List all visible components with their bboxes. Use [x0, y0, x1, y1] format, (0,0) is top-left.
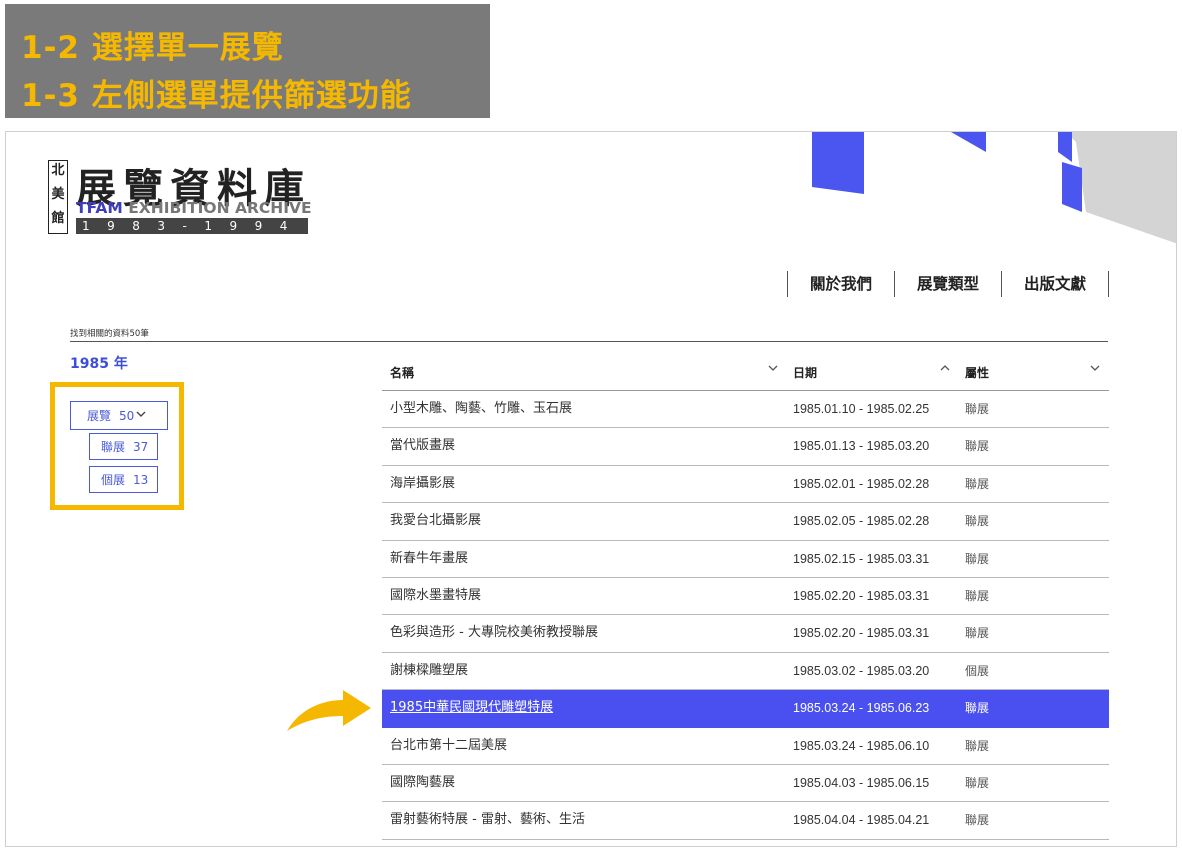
column-name-header: 名稱	[390, 366, 415, 380]
annotation-banner: 1-2 選擇單一展覽 1-3 左側選單提供篩選功能	[5, 4, 490, 118]
exhibition-name: 國際水墨畫特展	[390, 587, 482, 603]
filter-label: 聯展	[101, 440, 126, 454]
nav-publications[interactable]: 出版文獻	[1002, 271, 1109, 297]
exhibition-type: 聯展	[965, 738, 990, 753]
filter-label: 展覽	[87, 409, 112, 423]
results-count: 找到相關的資料50筆	[70, 329, 149, 339]
exhibition-name: 色彩與造形 - 大專院校美術教授聯展	[390, 625, 598, 641]
logo-exhibition-archive: EXHIBITION ARCHIVE	[122, 199, 312, 217]
exhibition-name: 小型木雕、陶藝、竹雕、玉石展	[390, 401, 573, 416]
nav-exhibition-types[interactable]: 展覽類型	[895, 271, 1002, 297]
table-row[interactable]: 國際陶藝展 1985.04.03 - 1985.06.15 聯展	[382, 765, 1109, 803]
logo-char: 館	[51, 211, 65, 226]
table-header: 名稱 日期 屬性	[382, 354, 1109, 391]
exhibition-date: 1985.02.05 - 1985.02.28	[793, 514, 930, 529]
exhibition-type: 聯展	[965, 775, 990, 790]
exhibition-type: 聯展	[965, 514, 990, 529]
chevron-down-icon[interactable]	[1089, 362, 1101, 377]
logo-char: 北	[51, 163, 65, 178]
banner-line-1: 1-2 選擇單一展覽	[21, 30, 284, 66]
main-nav: 關於我們 展覽類型 出版文獻	[786, 271, 1109, 297]
exhibition-name: 海岸攝影展	[390, 475, 456, 491]
exhibition-type: 聯展	[965, 813, 990, 828]
filter-count: 13	[133, 472, 149, 487]
column-type-header: 屬性	[965, 366, 990, 380]
filter-exhibition-button[interactable]: 展覽 50	[70, 401, 168, 430]
exhibition-date: 1985.04.03 - 1985.06.15	[793, 775, 930, 790]
table-row[interactable]: 雷射藝術特展 - 雷射、藝術、生活 1985.04.04 - 1985.04.21…	[382, 802, 1109, 840]
filter-label: 個展	[101, 473, 126, 487]
exhibition-date: 1985.02.20 - 1985.03.31	[793, 626, 930, 641]
exhibition-name: 謝棟樑雕塑展	[390, 662, 469, 678]
logo-subtitle: TFAM EXHIBITION ARCHIVE	[76, 199, 312, 217]
column-date-header: 日期	[793, 366, 818, 380]
exhibition-type: 聯展	[965, 476, 990, 491]
table-row[interactable]: 當代版畫展 1985.01.13 - 1985.03.20 聯展	[382, 428, 1109, 466]
exhibition-date: 1985.02.15 - 1985.03.31	[793, 551, 930, 566]
exhibition-type: 聯展	[965, 701, 990, 716]
exhibition-date: 1985.04.04 - 1985.04.21	[793, 813, 930, 828]
divider	[70, 341, 1108, 342]
logo-tfam: TFAM	[76, 199, 123, 217]
filter-count: 37	[133, 439, 149, 454]
table-row[interactable]: 謝棟樑雕塑展 1985.03.02 - 1985.03.20 個展	[382, 653, 1109, 691]
exhibition-date: 1985.03.24 - 1985.06.10	[793, 738, 930, 753]
exhibition-name-link[interactable]: 1985中華民國現代雕塑特展	[390, 690, 553, 726]
exhibition-type: 聯展	[965, 439, 990, 454]
exhibition-date: 1985.03.24 - 1985.06.23	[793, 701, 930, 716]
exhibition-table-body: 小型木雕、陶藝、竹雕、玉石展 1985.01.10 - 1985.02.25 聯展 …	[382, 391, 1109, 840]
exhibition-name: 台北市第十二屆美展	[390, 737, 508, 753]
exhibition-type: 聯展	[965, 588, 990, 603]
exhibition-type: 個展	[965, 663, 990, 678]
filter-count: 50	[119, 408, 135, 423]
exhibition-name: 國際陶藝展	[390, 774, 456, 790]
exhibition-date: 1985.01.10 - 1985.02.25	[793, 402, 930, 416]
exhibition-type: 聯展	[965, 626, 990, 641]
chevron-down-icon[interactable]	[767, 362, 779, 377]
exhibition-name: 新春牛年畫展	[390, 550, 469, 566]
exhibition-name: 我愛台北攝影展	[390, 513, 482, 529]
table-row[interactable]: 國際水墨畫特展 1985.02.20 - 1985.03.31 聯展	[382, 578, 1109, 616]
table-row[interactable]: 新春牛年畫展 1985.02.15 - 1985.03.31 聯展	[382, 541, 1109, 578]
chevron-down-icon	[136, 410, 146, 421]
nav-about[interactable]: 關於我們	[788, 271, 895, 297]
year-heading: 1985 年	[70, 356, 128, 372]
table-row[interactable]: 色彩與造形 - 大專院校美術教授聯展 1985.02.20 - 1985.03.3…	[382, 615, 1109, 653]
banner-line-2: 1-3 左側選單提供篩選功能	[21, 78, 412, 114]
filter-group-button[interactable]: 聯展 37	[89, 433, 158, 460]
pointer-arrow-icon	[287, 690, 371, 731]
table-row[interactable]: 海岸攝影展 1985.02.01 - 1985.02.28 聯展	[382, 466, 1109, 504]
filter-solo-button[interactable]: 個展 13	[89, 466, 158, 493]
exhibition-date: 1985.02.01 - 1985.02.28	[793, 476, 930, 491]
exhibition-type: 聯展	[965, 402, 990, 416]
tfam-vertical-mark: 北 美 館	[48, 160, 68, 234]
exhibition-date: 1985.02.20 - 1985.03.31	[793, 588, 930, 603]
exhibition-name: 雷射藝術特展 - 雷射、藝術、生活	[390, 812, 585, 828]
logo-char: 美	[51, 187, 65, 202]
exhibition-date: 1985.03.02 - 1985.03.20	[793, 663, 930, 678]
table-row[interactable]: 台北市第十二屆美展 1985.03.24 - 1985.06.10 聯展	[382, 728, 1109, 765]
chevron-up-icon[interactable]	[939, 362, 951, 377]
table-row-selected[interactable]: 1985中華民國現代雕塑特展 1985.03.24 - 1985.06.23 聯展	[382, 690, 1109, 728]
table-row[interactable]: 我愛台北攝影展 1985.02.05 - 1985.02.28 聯展	[382, 503, 1109, 541]
table-row[interactable]: 小型木雕、陶藝、竹雕、玉石展 1985.01.10 - 1985.02.25 聯展	[382, 391, 1109, 429]
browser-page: 北 美 館 展覽資料庫 TFAM EXHIBITION ARCHIVE 1983…	[5, 131, 1177, 847]
exhibition-name: 當代版畫展	[390, 438, 456, 454]
logo-years: 1983-1994	[76, 218, 308, 234]
exhibition-date: 1985.01.13 - 1985.03.20	[793, 439, 930, 454]
exhibition-type: 聯展	[965, 551, 990, 566]
